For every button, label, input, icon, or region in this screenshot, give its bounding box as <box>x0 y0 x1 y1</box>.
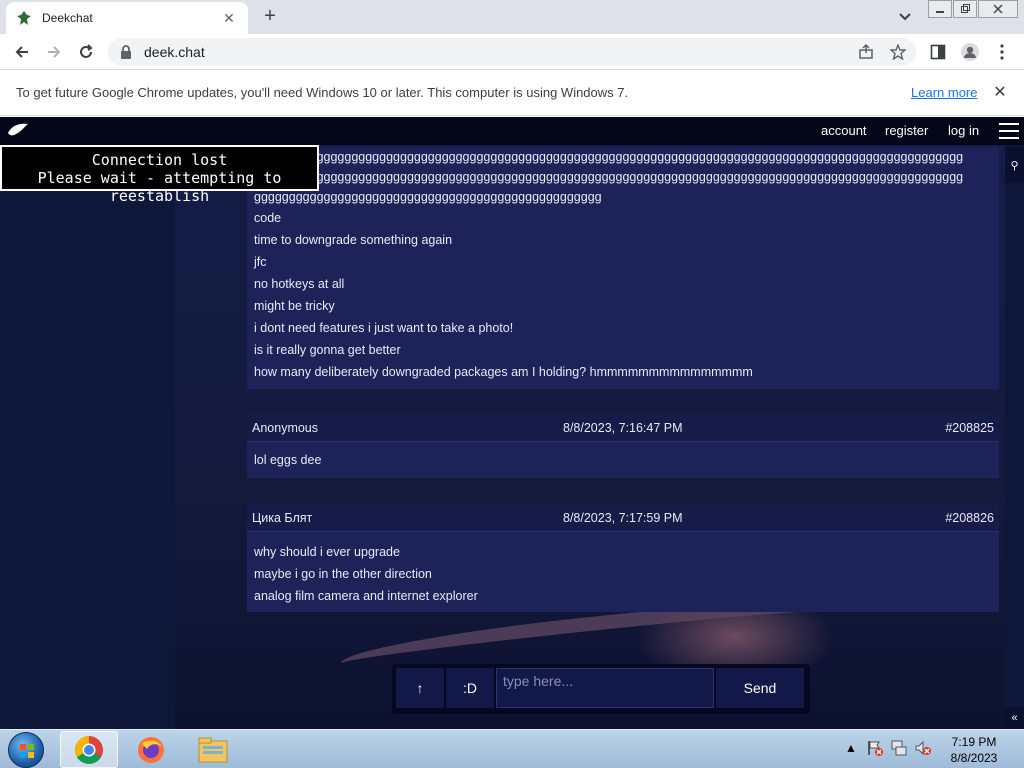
message-line: why should i ever upgrade <box>254 545 400 559</box>
new-tab-button[interactable]: + <box>258 6 282 28</box>
message-line: how many deliberately downgraded package… <box>254 365 753 379</box>
url-text: deek.chat <box>144 44 205 60</box>
taskbar-chrome-icon[interactable] <box>60 731 118 768</box>
clock-date: 8/8/2023 <box>950 751 998 765</box>
message-body: lol eggs dee <box>247 442 999 478</box>
browser-toolbar: deek.chat <box>0 34 1024 70</box>
profile-avatar-icon[interactable] <box>960 42 980 62</box>
message-line: gggggggggggggggggggggggggggggggggggggggg… <box>254 150 964 164</box>
restore-button[interactable] <box>953 0 977 18</box>
back-arrow-icon[interactable] <box>10 40 34 64</box>
register-link[interactable]: register <box>885 123 928 138</box>
message-body: why should i ever upgrade maybe i go in … <box>247 532 999 612</box>
message-line: gggggggggggggggggggggggggggggggggggggggg… <box>254 190 602 204</box>
taskbar-explorer-icon[interactable] <box>184 731 242 768</box>
message-body: gggggggggggggggggggggggggggggggggggggggg… <box>247 147 999 389</box>
tab-close-icon[interactable]: ✕ <box>220 10 238 27</box>
taskbar-clock[interactable]: 7:19 PM 8/8/2023 <box>936 734 1012 766</box>
menu-kebab-icon[interactable] <box>992 42 1012 62</box>
message-composer: ↑ :D Send <box>392 664 810 714</box>
message-id-link[interactable]: #208825 <box>945 421 994 435</box>
tab-strip: Deekchat ✕ + <box>0 0 1024 34</box>
message-id-link[interactable]: #208826 <box>945 511 994 525</box>
collapse-sidebar-icon[interactable]: « <box>1005 707 1024 729</box>
account-link[interactable]: account <box>821 123 867 138</box>
message-line: gggggggggggggggggggggggggggggggggggggggg… <box>254 170 964 184</box>
address-bar[interactable]: deek.chat <box>108 38 916 66</box>
reload-icon[interactable] <box>74 40 98 64</box>
message-input[interactable] <box>496 668 714 708</box>
learn-more-link[interactable]: Learn more <box>911 85 977 100</box>
message-line: is it really gonna get better <box>254 343 401 357</box>
close-window-button[interactable] <box>978 0 1018 18</box>
tab-title: Deekchat <box>42 11 93 25</box>
search-icon[interactable]: ⚲ <box>1005 147 1024 183</box>
connection-lost-banner: Connection lost Please wait - attempting… <box>0 145 319 205</box>
clock-time: 7:19 PM <box>951 735 997 749</box>
message-author[interactable]: Цика Блят <box>252 511 312 525</box>
send-button[interactable]: Send <box>716 668 804 708</box>
message-line: jfc <box>254 255 267 269</box>
message-header: Цика Блят 8/8/2023, 7:17:59 PM #208826 <box>247 504 999 532</box>
connection-lost-detail: Please wait - attempting to reestablish <box>37 169 282 205</box>
windows-taskbar: ▲ 7:19 PM 8/8/2023 <box>0 729 1024 768</box>
action-center-flag-icon[interactable] <box>866 739 884 760</box>
message-timestamp: 8/8/2023, 7:17:59 PM <box>563 511 683 525</box>
forward-arrow-icon[interactable] <box>42 40 66 64</box>
deekchat-page: account register log in ⚲ « Connection l… <box>0 117 1024 729</box>
chrome-update-infobar: To get future Google Chrome updates, you… <box>0 70 1024 116</box>
message-header: Anonymous 8/8/2023, 7:16:47 PM #208825 <box>247 414 999 442</box>
share-icon[interactable] <box>856 42 876 62</box>
message-author[interactable]: Anonymous <box>252 421 318 435</box>
connection-lost-title: Connection lost <box>91 151 228 169</box>
network-icon[interactable] <box>890 739 908 760</box>
message-line: code <box>254 211 282 225</box>
tab-search-chevron-icon[interactable] <box>895 8 915 26</box>
taskbar-firefox-icon[interactable] <box>122 731 180 768</box>
message-line: might be tricky <box>254 299 335 313</box>
message-line: maybe i go in the other direction <box>254 567 432 581</box>
site-top-nav: account register log in <box>0 117 1024 145</box>
bookmark-star-icon[interactable] <box>888 42 908 62</box>
message-line: i dont need features i just want to take… <box>254 321 514 335</box>
message-line: time to downgrade something again <box>254 233 453 247</box>
hamburger-menu-icon[interactable] <box>999 123 1019 139</box>
deekchat-favicon-icon <box>16 10 32 26</box>
deekchat-logo-icon[interactable] <box>6 121 30 139</box>
login-link[interactable]: log in <box>948 123 979 138</box>
infobar-close-icon[interactable]: ✕ <box>992 82 1008 102</box>
minimize-button[interactable] <box>928 0 952 18</box>
browser-tab-deekchat[interactable]: Deekchat ✕ <box>6 2 248 34</box>
emoji-button[interactable]: :D <box>446 668 494 708</box>
message-line: lol eggs dee <box>254 453 322 467</box>
infobar-message: To get future Google Chrome updates, you… <box>16 85 629 100</box>
message-line: no hotkeys at all <box>254 277 345 291</box>
scroll-up-button[interactable]: ↑ <box>396 668 444 708</box>
message-timestamp: 8/8/2023, 7:16:47 PM <box>563 421 683 435</box>
lock-icon[interactable] <box>120 45 134 59</box>
start-button[interactable] <box>8 732 44 768</box>
message-line: analog film camera and internet explorer <box>254 589 478 603</box>
tray-expand-icon[interactable]: ▲ <box>845 741 857 755</box>
side-panel-icon[interactable] <box>928 42 948 62</box>
volume-muted-icon[interactable] <box>914 739 932 760</box>
